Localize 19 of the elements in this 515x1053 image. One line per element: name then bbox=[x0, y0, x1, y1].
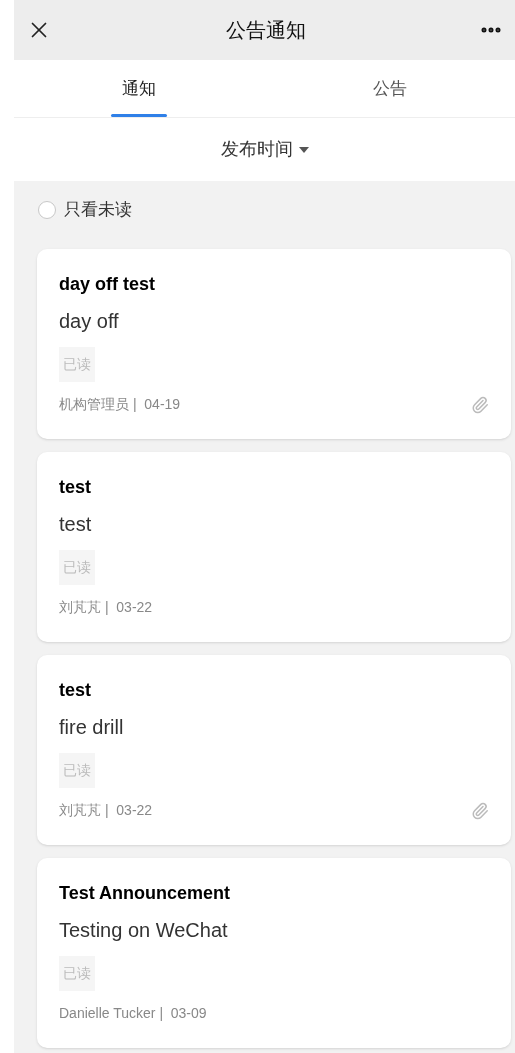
notice-body: day off bbox=[59, 309, 120, 333]
tab[interactable]: 通知 bbox=[14, 60, 265, 117]
caret-icon bbox=[298, 146, 309, 153]
notice-body: test bbox=[59, 512, 93, 536]
notice-meta: Danielle Tucker | 03-09 bbox=[59, 1004, 207, 1023]
notice-title: test bbox=[59, 476, 92, 498]
notice-body: fire drill bbox=[59, 715, 125, 739]
sort-dropdown[interactable]: 发布时间 bbox=[220, 136, 309, 163]
notice-meta: 刘芃芃 | 03-22 bbox=[59, 598, 153, 617]
notice-meta: 刘芃芃 | 03-22 bbox=[59, 801, 153, 820]
tab[interactable]: 公告 bbox=[264, 60, 515, 117]
notice-title: Test Announcement bbox=[59, 882, 231, 904]
notice-meta: 机构管理员 | 04-19 bbox=[59, 395, 181, 414]
filter-radio[interactable] bbox=[38, 201, 56, 219]
notice-body: Testing on WeChat bbox=[59, 918, 229, 942]
notice-title: test bbox=[59, 679, 92, 701]
notice-title: day off test bbox=[59, 273, 156, 295]
filter-label: 只看未读 bbox=[64, 199, 132, 222]
page-title: 公告通知 bbox=[225, 18, 306, 43]
